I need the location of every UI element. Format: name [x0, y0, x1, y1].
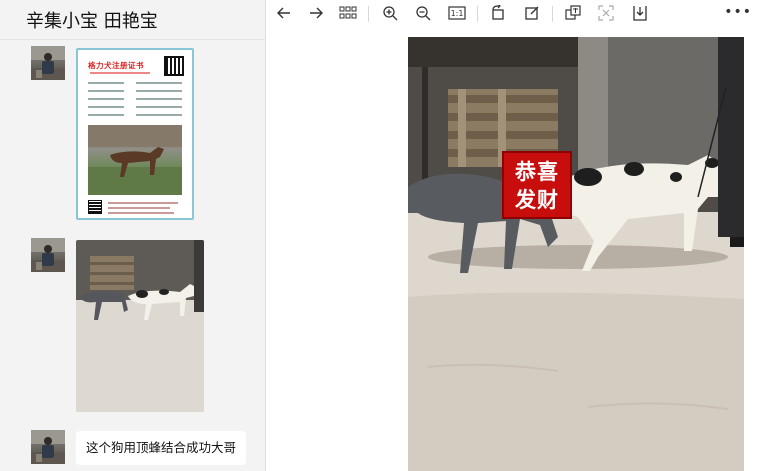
arrow-left-icon[interactable] [273, 4, 295, 24]
stamp-line-1: 恭喜 [515, 160, 559, 184]
rotate-icon[interactable] [487, 4, 509, 24]
more-icon[interactable]: ••• [724, 4, 752, 20]
chat-title: 辛集小宝 田艳宝 [0, 0, 265, 40]
text-message-bubble[interactable]: 这个狗用顶蜂结合成功大哥 [76, 431, 247, 465]
dog-photo-thumbnail[interactable] [76, 240, 204, 412]
certificate-image[interactable]: 格力犬注册证书 [76, 48, 194, 220]
actual-size-label: 1:1 [450, 9, 464, 18]
certificate-line [108, 207, 170, 209]
avatar[interactable] [31, 46, 65, 80]
qr-code-icon [164, 56, 184, 76]
translate-icon[interactable] [562, 4, 584, 24]
certificate-line [136, 114, 182, 116]
certificate-line [88, 106, 124, 108]
certificate-line [88, 98, 124, 100]
certificate-title: 格力犬注册证书 [88, 61, 144, 70]
avatar[interactable] [31, 238, 65, 272]
toolbar-separator [477, 6, 478, 22]
certificate-line [88, 114, 124, 116]
download-icon[interactable] [629, 4, 651, 24]
stamp-line-2: 发财 [515, 188, 559, 212]
chat-panel: 辛集小宝 田艳宝 格力犬注册证书 这个狗用顶蜂结合成功大哥 [0, 0, 266, 471]
arrow-right-icon[interactable] [305, 4, 327, 24]
viewer-toolbar: 1:1 ••• [267, 0, 760, 28]
toolbar-separator [368, 6, 369, 22]
certificate-line [136, 98, 182, 100]
certificate-line [88, 90, 124, 92]
image-viewer: 1:1 ••• 恭喜 发财 [267, 0, 760, 471]
toolbar-separator [552, 6, 553, 22]
certificate-dog-photo [88, 125, 182, 195]
certificate-line [136, 90, 182, 92]
dog-photo [408, 37, 744, 471]
avatar[interactable] [31, 430, 65, 464]
zoom-in-icon[interactable] [379, 4, 401, 24]
viewer-photo[interactable]: 恭喜 发财 [408, 37, 744, 471]
celebration-stamp: 恭喜 发财 [502, 151, 572, 219]
certificate-line [136, 82, 182, 84]
edit-icon[interactable] [521, 4, 543, 24]
certificate-line [136, 106, 182, 108]
scan-icon[interactable] [595, 4, 617, 24]
qr-code-icon [88, 200, 102, 214]
zoom-out-icon[interactable] [412, 4, 434, 24]
actual-size-icon[interactable]: 1:1 [446, 4, 468, 24]
certificate-line [108, 212, 174, 214]
certificate-divider [90, 72, 150, 74]
certificate-line [108, 202, 178, 204]
certificate-line [88, 82, 124, 84]
grid-icon[interactable] [337, 4, 359, 24]
